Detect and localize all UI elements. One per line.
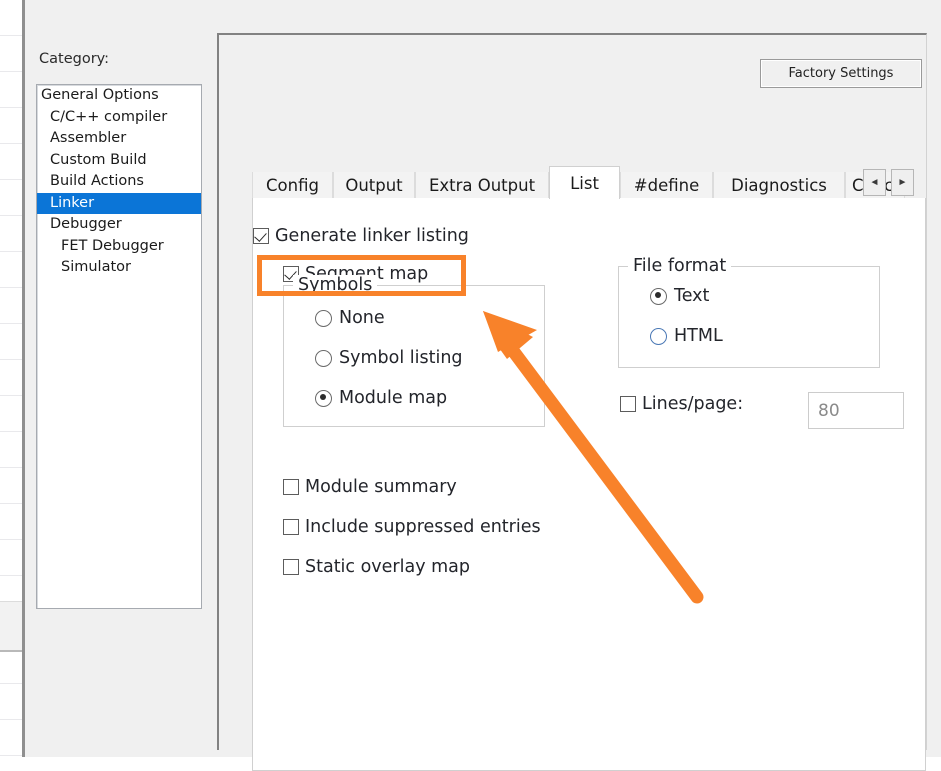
tab-scroll-left-icon[interactable]: ◄	[863, 169, 886, 196]
generate-linker-listing-row[interactable]: Generate linker listing	[253, 226, 469, 246]
category-listbox[interactable]: General Options C/C++ compiler Assembler…	[36, 84, 202, 609]
tab-output[interactable]: Output	[333, 172, 415, 198]
text-radio[interactable]	[650, 287, 667, 305]
sidebar-item-linker[interactable]: Linker	[37, 192, 201, 214]
tab-strip: Config Output Extra Output List #define …	[252, 166, 924, 199]
symbol-listing-radio[interactable]	[315, 349, 332, 367]
static-overlay-map-checkbox[interactable]	[283, 559, 299, 575]
category-label: Category:	[39, 51, 110, 67]
lines-per-page-row[interactable]: Lines/page:	[620, 394, 743, 414]
text-label: Text	[674, 286, 710, 306]
none-radio[interactable]	[315, 309, 332, 327]
generate-linker-listing-label: Generate linker listing	[275, 226, 469, 246]
tab-extra-output[interactable]: Extra Output	[415, 172, 549, 198]
html-radio[interactable]	[650, 327, 667, 345]
background-editor-panel	[0, 601, 22, 652]
symbols-option-symbol-listing[interactable]: Symbol listing	[315, 348, 463, 368]
tab-diagnostics[interactable]: Diagnostics	[713, 172, 845, 198]
html-label: HTML	[674, 326, 723, 346]
module-summary-label: Module summary	[305, 477, 457, 497]
file-format-option-text[interactable]: Text	[650, 286, 709, 306]
tab-list[interactable]: List	[549, 166, 620, 199]
static-overlay-map-row[interactable]: Static overlay map	[283, 557, 470, 577]
file-format-group-title: File format	[628, 256, 732, 276]
file-format-option-html[interactable]: HTML	[650, 326, 723, 346]
sidebar-item-assembler[interactable]: Assembler	[37, 128, 201, 150]
module-map-label: Module map	[339, 388, 448, 408]
tab-define[interactable]: #define	[620, 172, 713, 198]
tab-scroll-right-icon[interactable]: ►	[891, 169, 914, 196]
symbol-listing-label: Symbol listing	[339, 348, 463, 368]
symbols-group-title: Symbols	[293, 275, 378, 295]
module-map-radio[interactable]	[315, 389, 332, 407]
file-format-groupbox: File format Text HTML	[618, 256, 880, 368]
module-summary-row[interactable]: Module summary	[283, 477, 457, 497]
lines-per-page-input[interactable]: 80	[808, 392, 904, 429]
lines-per-page-label: Lines/page:	[642, 394, 744, 414]
static-overlay-map-label: Static overlay map	[305, 557, 471, 577]
include-suppressed-entries-row[interactable]: Include suppressed entries	[283, 517, 541, 537]
sidebar-item-c-cpp-compiler[interactable]: C/C++ compiler	[37, 107, 201, 129]
symbols-option-none[interactable]: None	[315, 308, 385, 328]
factory-settings-button[interactable]: Factory Settings	[760, 59, 922, 88]
sidebar-item-build-actions[interactable]: Build Actions	[37, 171, 201, 193]
generate-linker-listing-checkbox[interactable]	[253, 228, 269, 244]
tab-config[interactable]: Config	[252, 172, 333, 198]
sidebar-item-general-options[interactable]: General Options	[37, 85, 201, 107]
sidebar-item-fet-debugger[interactable]: FET Debugger	[37, 236, 201, 258]
sidebar-item-custom-build[interactable]: Custom Build	[37, 150, 201, 172]
module-summary-checkbox[interactable]	[283, 479, 299, 495]
symbols-option-module-map[interactable]: Module map	[315, 388, 447, 408]
sidebar-item-debugger[interactable]: Debugger	[37, 214, 201, 236]
lines-per-page-checkbox[interactable]	[620, 396, 636, 412]
options-dialog: Category: General Options C/C++ compiler…	[25, 0, 941, 771]
none-label: None	[339, 308, 385, 328]
include-suppressed-entries-label: Include suppressed entries	[305, 517, 541, 537]
symbols-groupbox: Symbols None Symbol listing Module map	[283, 275, 545, 427]
sidebar-item-simulator[interactable]: Simulator	[37, 257, 201, 279]
include-suppressed-entries-checkbox[interactable]	[283, 519, 299, 535]
